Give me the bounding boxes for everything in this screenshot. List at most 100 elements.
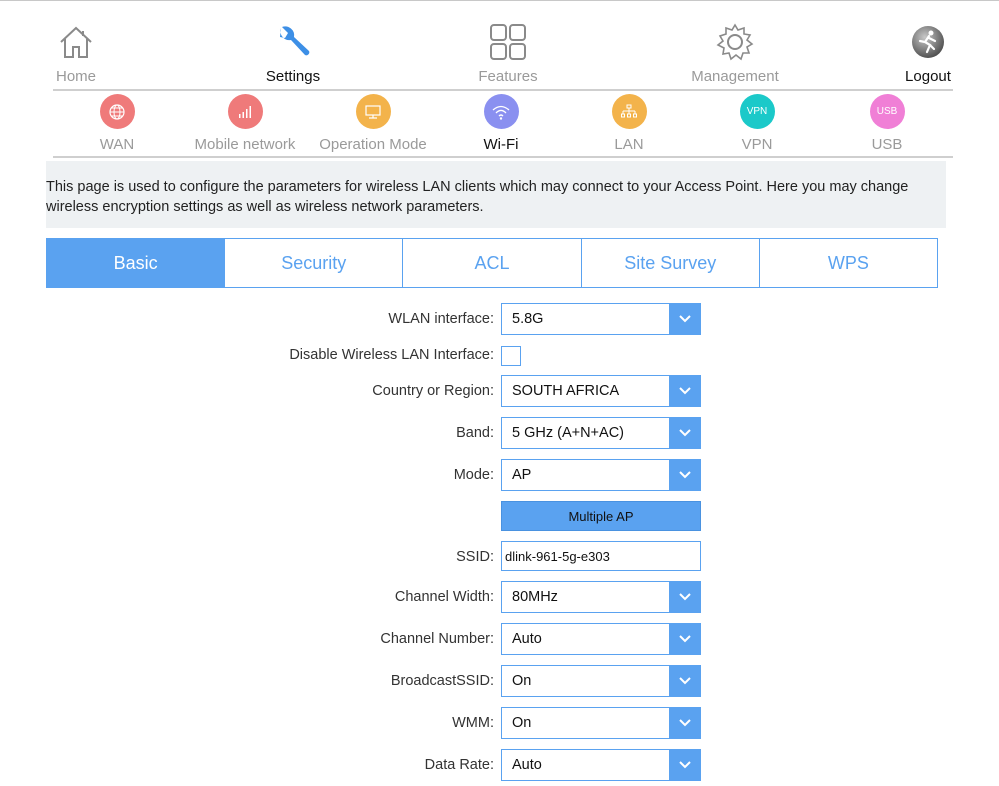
tab-security[interactable]: Security xyxy=(224,239,403,287)
channel-number-value: Auto xyxy=(512,631,542,647)
mode-label: Mode: xyxy=(453,467,494,483)
wrench-icon xyxy=(233,20,353,64)
chevron-down-icon xyxy=(669,304,700,334)
broadcast-ssid-label: BroadcastSSID: xyxy=(390,673,494,689)
subnav-divider xyxy=(53,156,953,158)
chevron-down-icon xyxy=(669,750,700,780)
network-tree-icon xyxy=(611,94,647,129)
subnav-vpn[interactable]: VPN VPN xyxy=(687,92,827,153)
subnav-wan-label: WAN xyxy=(99,136,135,153)
top-border xyxy=(0,0,999,3)
subnav-wan[interactable]: WAN xyxy=(47,92,187,153)
wlan-interface-value: 5.8G xyxy=(512,311,544,327)
data-rate-value: Auto xyxy=(512,757,542,773)
nav-features[interactable]: Features xyxy=(448,20,568,85)
tab-site-survey[interactable]: Site Survey xyxy=(580,239,759,287)
wmm-label: WMM: xyxy=(452,715,494,731)
usb-icon: USB xyxy=(869,94,905,129)
chevron-down-icon xyxy=(669,666,700,696)
subnav-usb-label: USB xyxy=(871,136,903,153)
grid-icon xyxy=(448,20,568,64)
country-label: Country or Region: xyxy=(372,383,494,399)
wifi-icon xyxy=(483,94,519,129)
channel-number-label: Channel Number: xyxy=(380,631,494,647)
broadcast-ssid-value: On xyxy=(512,673,532,689)
subnav-usb[interactable]: USB USB xyxy=(817,92,957,153)
subnav-operation-mode-label: Operation Mode xyxy=(319,136,427,153)
top-nav: Home Settings Features Management Logout xyxy=(0,20,999,90)
tab-wps[interactable]: WPS xyxy=(758,239,938,287)
wifi-tabs: Basic Security ACL Site Survey WPS xyxy=(46,238,938,288)
nav-management-label: Management xyxy=(691,68,779,85)
channel-width-value: 80MHz xyxy=(512,589,558,605)
nav-management[interactable]: Management xyxy=(675,20,795,85)
nav-home-label: Home xyxy=(55,68,96,85)
multiple-ap-row: Multiple AP xyxy=(0,501,999,533)
vpn-icon: VPN xyxy=(739,94,775,129)
data-rate-select[interactable]: Auto xyxy=(501,749,701,781)
wlan-interface-row: WLAN interface: 5.8G xyxy=(0,303,999,335)
subnav-operation-mode[interactable]: Operation Mode xyxy=(303,92,443,153)
subnav-wifi[interactable]: Wi-Fi xyxy=(431,92,571,153)
globe-icon xyxy=(99,94,135,129)
country-select[interactable]: SOUTH AFRICA xyxy=(501,375,701,407)
data-rate-row: Data Rate: Auto xyxy=(0,749,999,781)
signal-bars-icon xyxy=(227,94,263,129)
ssid-label: SSID: xyxy=(456,549,494,565)
disable-wlan-row: Disable Wireless LAN Interface: xyxy=(0,339,999,371)
channel-number-row: Channel Number: Auto xyxy=(0,623,999,655)
logout-icon xyxy=(868,20,988,64)
band-label: Band: xyxy=(456,425,494,441)
nav-features-label: Features xyxy=(478,68,538,85)
chevron-down-icon xyxy=(669,376,700,406)
chevron-down-icon xyxy=(669,624,700,654)
nav-settings-label: Settings xyxy=(265,68,321,85)
home-icon xyxy=(16,20,136,64)
band-value: 5 GHz (A+N+AC) xyxy=(512,425,624,441)
multiple-ap-button[interactable]: Multiple AP xyxy=(501,501,701,531)
wmm-value: On xyxy=(512,715,532,731)
nav-logout-label: Logout xyxy=(905,68,951,85)
channel-width-select[interactable]: 80MHz xyxy=(501,581,701,613)
ssid-row: SSID: xyxy=(0,541,999,573)
nav-settings[interactable]: Settings xyxy=(233,20,353,85)
data-rate-label: Data Rate: xyxy=(424,757,494,773)
nav-home[interactable]: Home xyxy=(16,20,136,85)
country-row: Country or Region: SOUTH AFRICA xyxy=(0,375,999,407)
chevron-down-icon xyxy=(669,418,700,448)
band-row: Band: 5 GHz (A+N+AC) xyxy=(0,417,999,449)
channel-width-row: Channel Width: 80MHz xyxy=(0,581,999,613)
wlan-interface-label: WLAN interface: xyxy=(388,311,494,327)
tab-acl[interactable]: ACL xyxy=(402,239,581,287)
country-value: SOUTH AFRICA xyxy=(512,383,620,399)
mode-row: Mode: AP xyxy=(0,459,999,491)
page-description: This page is used to configure the param… xyxy=(46,161,946,228)
wmm-row: WMM: On xyxy=(0,707,999,739)
subnav-wifi-label: Wi-Fi xyxy=(483,136,519,153)
band-select[interactable]: 5 GHz (A+N+AC) xyxy=(501,417,701,449)
subnav-lan[interactable]: LAN xyxy=(559,92,699,153)
subnav-vpn-label: VPN xyxy=(741,136,773,153)
disable-wlan-label: Disable Wireless LAN Interface: xyxy=(289,347,494,363)
gear-icon xyxy=(675,20,795,64)
sub-nav: WAN Mobile network Operation Mode Wi-Fi … xyxy=(0,92,999,156)
wlan-interface-select[interactable]: 5.8G xyxy=(501,303,701,335)
ssid-input[interactable] xyxy=(501,541,701,571)
tab-basic[interactable]: Basic xyxy=(47,239,225,287)
chevron-down-icon xyxy=(669,460,700,490)
broadcast-ssid-select[interactable]: On xyxy=(501,665,701,697)
subnav-lan-label: LAN xyxy=(614,136,644,153)
nav-logout[interactable]: Logout xyxy=(868,20,988,85)
mode-select[interactable]: AP xyxy=(501,459,701,491)
subnav-mobile-network[interactable]: Mobile network xyxy=(175,92,315,153)
subnav-mobile-network-label: Mobile network xyxy=(194,136,296,153)
disable-wlan-checkbox[interactable] xyxy=(501,346,521,366)
wmm-select[interactable]: On xyxy=(501,707,701,739)
broadcast-ssid-row: BroadcastSSID: On xyxy=(0,665,999,697)
monitor-icon xyxy=(355,94,391,129)
channel-width-label: Channel Width: xyxy=(394,589,494,605)
chevron-down-icon xyxy=(669,708,700,738)
channel-number-select[interactable]: Auto xyxy=(501,623,701,655)
chevron-down-icon xyxy=(669,582,700,612)
nav-divider xyxy=(53,89,953,91)
